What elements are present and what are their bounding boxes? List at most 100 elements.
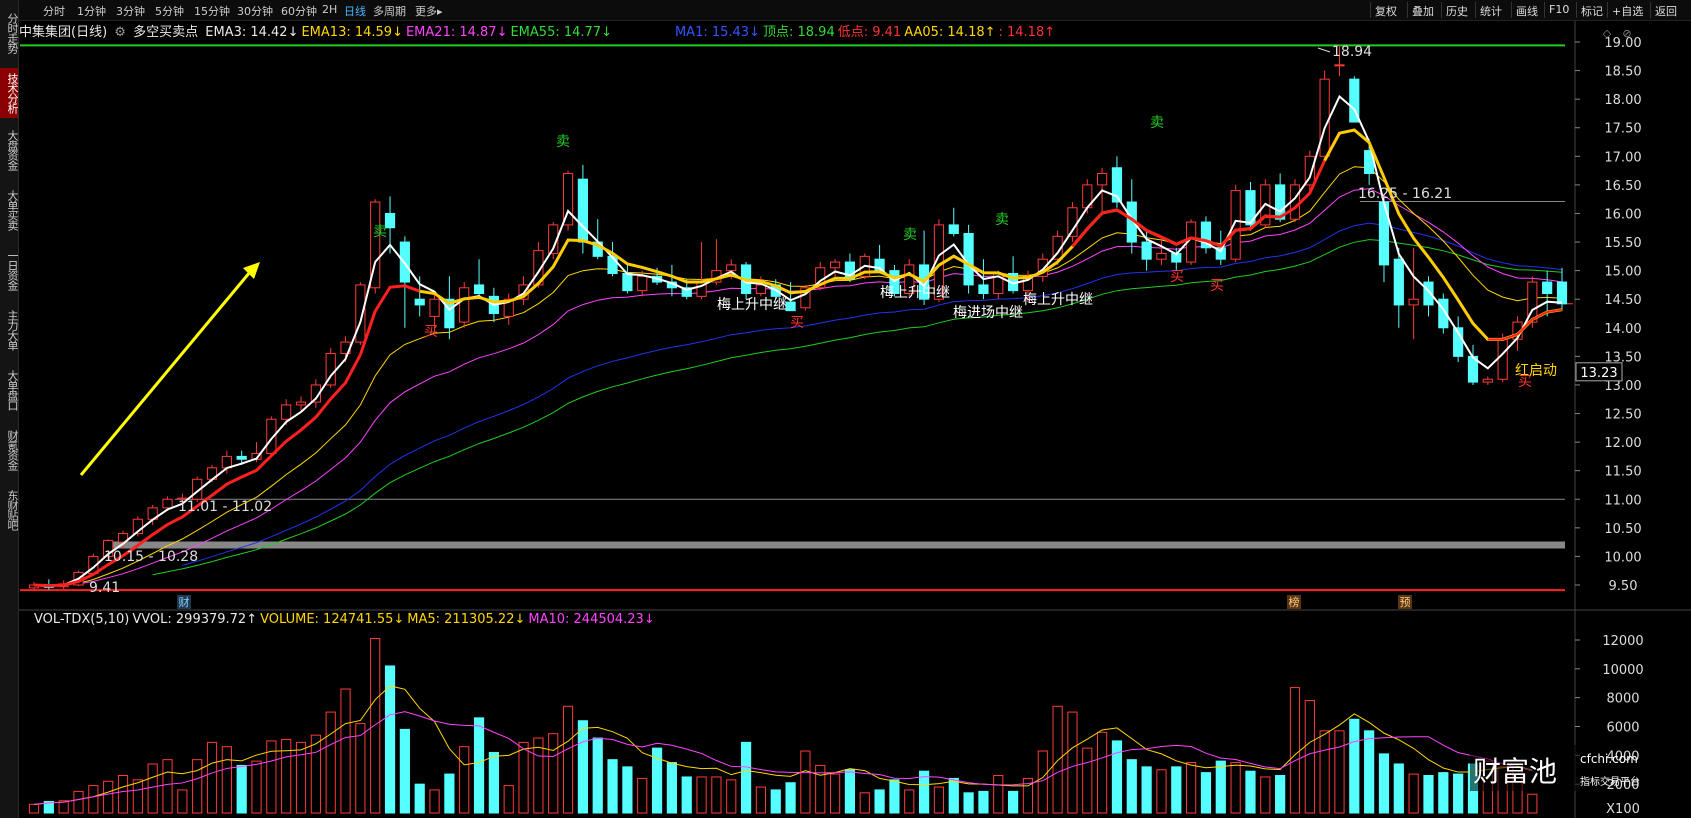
volume-bar: [1171, 766, 1182, 814]
volume-bar: [1097, 731, 1108, 814]
candle: [1319, 78, 1330, 157]
candle: [726, 264, 737, 272]
ema13-line: [63, 166, 1563, 586]
candle: [785, 301, 796, 312]
sell-signal: 卖: [1150, 115, 1164, 131]
candle: [162, 498, 173, 509]
relay-label: 梅上升中继: [880, 285, 950, 301]
candle: [978, 284, 989, 294]
volume-bar: [1423, 775, 1434, 814]
volume-bar: [1453, 773, 1464, 814]
candle: [429, 298, 440, 317]
volume-bar: [1186, 762, 1197, 814]
candle: [1542, 281, 1553, 294]
candle: [459, 287, 470, 323]
volume-bar: [206, 741, 218, 814]
candle: [1408, 298, 1419, 306]
volume-bar: [1082, 747, 1093, 814]
volume-bar: [117, 775, 129, 814]
current-price-label: 13.23: [1580, 366, 1617, 381]
volume-bar: [1037, 750, 1048, 814]
price-tick-label: 14.50: [1604, 293, 1641, 308]
logo-slogan: 指标交易平台: [1580, 775, 1640, 788]
candle: [637, 275, 648, 292]
volume-bar: [1438, 772, 1449, 814]
volume-bar: [147, 763, 158, 814]
price-tick-label: 12.00: [1604, 436, 1641, 451]
volume-bar: [666, 762, 678, 814]
stock-chart-app: 分时走势 技术分析 大盘资金 大单买卖 一日资金 主力大单 大单盘口 财氪资金 东财贴吧 分时 1…: [0, 0, 1691, 818]
volume-bar: [1126, 759, 1137, 814]
volume-bar: [236, 764, 247, 814]
buy-signal: 买: [424, 324, 438, 340]
volume-bar: [1215, 760, 1226, 814]
sell-signal: 卖: [373, 224, 387, 240]
ema21-line: [78, 188, 1563, 585]
volume-bar: [1378, 753, 1390, 814]
kline-chart[interactable]: 9.5010.0010.5011.0011.5012.0012.5013.001…: [0, 0, 1691, 818]
volume-bar: [221, 746, 232, 814]
volume-bar: [859, 792, 870, 814]
volume-bar: [755, 786, 767, 814]
volume-bar: [740, 741, 752, 814]
relay-label: 梅进场中继: [953, 305, 1023, 321]
sell-signal: 卖: [903, 227, 917, 243]
volume-bar: [177, 789, 188, 814]
pre-badge: 预: [1400, 596, 1411, 609]
price-tick-label: 18.00: [1604, 93, 1641, 108]
volume-bar: [1304, 700, 1315, 814]
price-tick-label: 16.00: [1604, 207, 1641, 222]
volume-multiplier: X100: [1606, 802, 1640, 817]
volume-bar: [533, 737, 544, 814]
volume-bar: [933, 786, 945, 814]
candle: [1482, 378, 1493, 383]
red-start-label: 红启动: [1515, 363, 1557, 379]
buy-signal: 买: [1170, 269, 1184, 285]
buy-signal: 买: [790, 315, 804, 331]
volume-bar: [28, 803, 40, 814]
candle: [577, 178, 588, 243]
volume-bar: [1527, 793, 1538, 814]
top-price-label: 18.94: [1332, 44, 1372, 60]
volume-bar: [1364, 730, 1375, 814]
range-label-1: 10.15 - 10.28: [104, 549, 198, 565]
candle: [1497, 338, 1508, 380]
volume-bar: [637, 777, 648, 814]
volume-bar: [132, 779, 143, 814]
volume-bar: [325, 711, 336, 814]
volume-bar: [577, 720, 588, 814]
volume-bar: [844, 769, 856, 814]
candle: [414, 298, 425, 306]
close-chart-icon: ⊘: [1622, 27, 1631, 40]
volume-bar: [1008, 790, 1019, 814]
volume-bar: [948, 777, 959, 814]
volume-bar: [73, 790, 84, 814]
price-tick-label: 18.50: [1604, 65, 1641, 80]
volume-bar: [384, 665, 396, 814]
candle: [355, 284, 366, 343]
candle: [622, 272, 633, 292]
price-tick-label: 15.00: [1604, 265, 1641, 280]
volume-bar: [963, 792, 974, 814]
sell-signal: 卖: [556, 134, 570, 150]
volume-bar: [829, 773, 841, 814]
range-label-2: 11.01 - 11.02: [178, 499, 272, 515]
volume-tick-label: 8000: [1606, 692, 1639, 707]
buy-signal: 买: [1210, 278, 1224, 294]
volume-bar: [978, 790, 989, 814]
price-tick-label: 12.50: [1604, 408, 1641, 423]
volume-bar: [1067, 711, 1078, 814]
candle: [1156, 252, 1167, 260]
candle: [1097, 172, 1108, 186]
volume-bar: [681, 776, 692, 814]
volume-bar: [414, 783, 425, 814]
price-tick-label: 10.50: [1604, 522, 1641, 537]
volume-bar: [1393, 763, 1404, 814]
ma1-line: [182, 222, 1563, 566]
volume-bar: [904, 789, 915, 814]
volume-bar: [711, 776, 722, 814]
candle: [1393, 258, 1404, 306]
candle: [1556, 281, 1568, 305]
volume-bar: [1289, 687, 1301, 814]
price-tick-label: 17.00: [1604, 150, 1641, 165]
